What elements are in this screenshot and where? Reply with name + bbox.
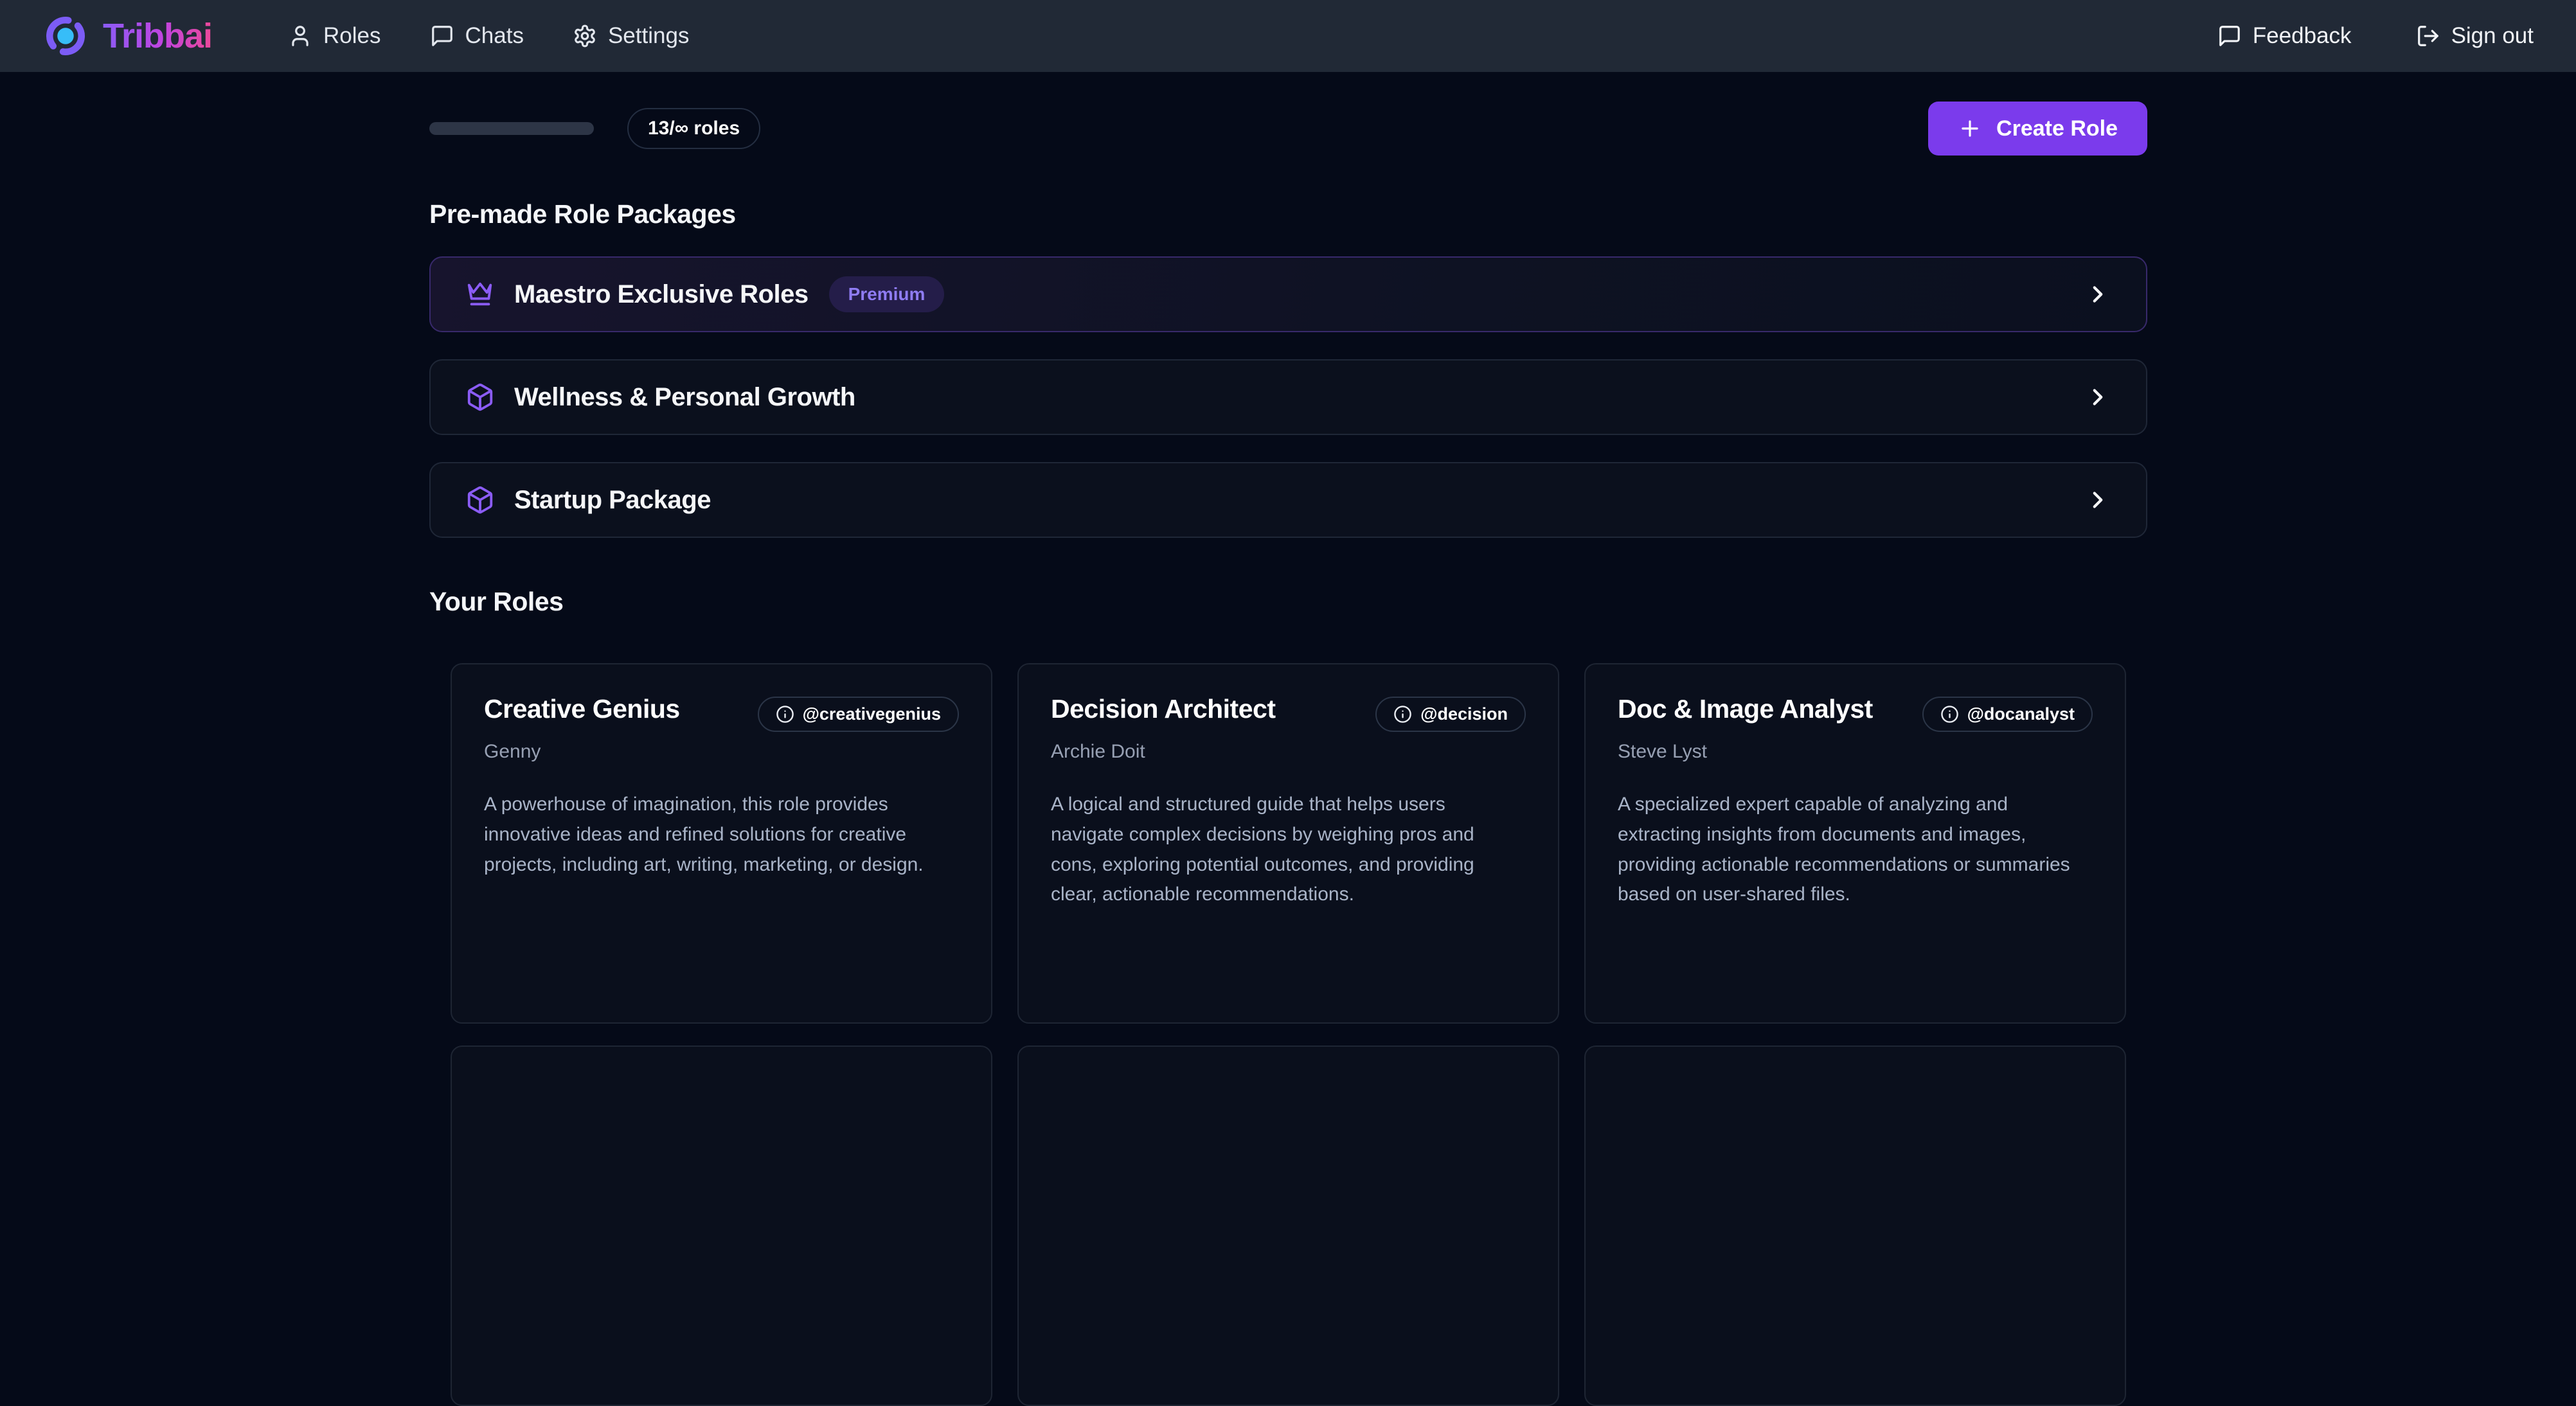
nav-label: Roles [323, 23, 380, 49]
roles-count-badge: 13/∞ roles [627, 108, 760, 149]
role-description: A logical and structured guide that help… [1051, 790, 1520, 910]
package-name: Startup Package [514, 486, 711, 515]
role-handle-badge[interactable]: @docanalyst [1922, 697, 2093, 732]
role-subtitle: Genny [484, 741, 959, 763]
roles-toolbar: 13/∞ roles Create Role [429, 102, 2147, 156]
role-card-creative-genius[interactable]: Creative Genius @creativegenius Genny A … [451, 663, 992, 1024]
nav-label: Chats [465, 23, 524, 49]
chevron-right-icon [2084, 281, 2111, 308]
package-icon [465, 485, 495, 515]
role-handle: @creativegenius [803, 704, 941, 724]
nav-item-chats[interactable]: Chats [430, 23, 524, 49]
role-handle: @decision [1420, 704, 1508, 724]
chat-icon [2217, 24, 2242, 48]
feedback-button[interactable]: Feedback [2217, 23, 2352, 49]
packages-section-title: Pre-made Role Packages [429, 199, 2147, 229]
create-role-button[interactable]: Create Role [1928, 102, 2147, 156]
package-row-wellness[interactable]: Wellness & Personal Growth [429, 359, 2147, 435]
sign-out-label: Sign out [2451, 23, 2534, 49]
role-card-partial[interactable] [1017, 1046, 1559, 1406]
package-name: Wellness & Personal Growth [514, 383, 855, 412]
role-card-partial[interactable] [1584, 1046, 2126, 1406]
role-card-doc-image-analyst[interactable]: Doc & Image Analyst @docanalyst Steve Ly… [1584, 663, 2126, 1024]
gear-icon [573, 24, 597, 48]
role-subtitle: Steve Lyst [1618, 741, 2093, 763]
your-roles-section-title: Your Roles [429, 587, 2147, 617]
roles-grid: Creative Genius @creativegenius Genny A … [429, 663, 2147, 1406]
role-handle-badge[interactable]: @creativegenius [758, 697, 959, 732]
top-nav-bar: Tribbai Roles Chats [0, 0, 2576, 72]
role-card-header: Doc & Image Analyst @docanalyst [1618, 694, 2093, 732]
crown-icon [465, 280, 495, 309]
main-content: 13/∞ roles Create Role Pre-made Role Pac… [0, 72, 2576, 1406]
nav-label: Settings [608, 23, 689, 49]
feedback-label: Feedback [2253, 23, 2352, 49]
tribbai-logo-icon [42, 13, 89, 59]
nav-item-roles[interactable]: Roles [288, 23, 380, 49]
role-subtitle: Archie Doit [1051, 741, 1526, 763]
chevron-right-icon [2084, 486, 2111, 513]
roles-usage-progress-bar [429, 122, 594, 135]
package-row-maestro[interactable]: Maestro Exclusive Roles Premium [429, 256, 2147, 332]
role-description: A powerhouse of imagination, this role p… [484, 790, 953, 880]
role-card-decision-architect[interactable]: Decision Architect @decision Archie Doit… [1017, 663, 1559, 1024]
sign-out-icon [2416, 24, 2440, 48]
info-icon [1393, 705, 1412, 724]
chevron-right-icon [2084, 384, 2111, 411]
info-icon [776, 705, 794, 724]
nav-item-settings[interactable]: Settings [573, 23, 689, 49]
package-icon [465, 382, 495, 412]
role-handle: @docanalyst [1967, 704, 2075, 724]
role-card-header: Creative Genius @creativegenius [484, 694, 959, 732]
create-role-label: Create Role [1996, 116, 2118, 141]
sign-out-button[interactable]: Sign out [2416, 23, 2534, 49]
brand-name: Tribbai [103, 16, 212, 56]
role-handle-badge[interactable]: @decision [1375, 697, 1526, 732]
header-actions: Feedback Sign out [2217, 23, 2534, 49]
plus-icon [1958, 116, 1982, 141]
chat-icon [430, 24, 454, 48]
role-description: A specialized expert capable of analyzin… [1618, 790, 2087, 910]
user-icon [288, 24, 312, 48]
package-name: Maestro Exclusive Roles [514, 280, 809, 309]
premium-badge: Premium [829, 276, 945, 312]
brand-logo[interactable]: Tribbai [42, 13, 212, 59]
role-title: Decision Architect [1051, 694, 1375, 724]
package-row-startup[interactable]: Startup Package [429, 462, 2147, 538]
info-icon [1940, 705, 1959, 724]
role-card-partial[interactable] [451, 1046, 992, 1406]
role-title: Doc & Image Analyst [1618, 694, 1922, 724]
role-title: Creative Genius [484, 694, 758, 724]
primary-nav: Roles Chats Settings [288, 23, 689, 49]
role-card-header: Decision Architect @decision [1051, 694, 1526, 732]
